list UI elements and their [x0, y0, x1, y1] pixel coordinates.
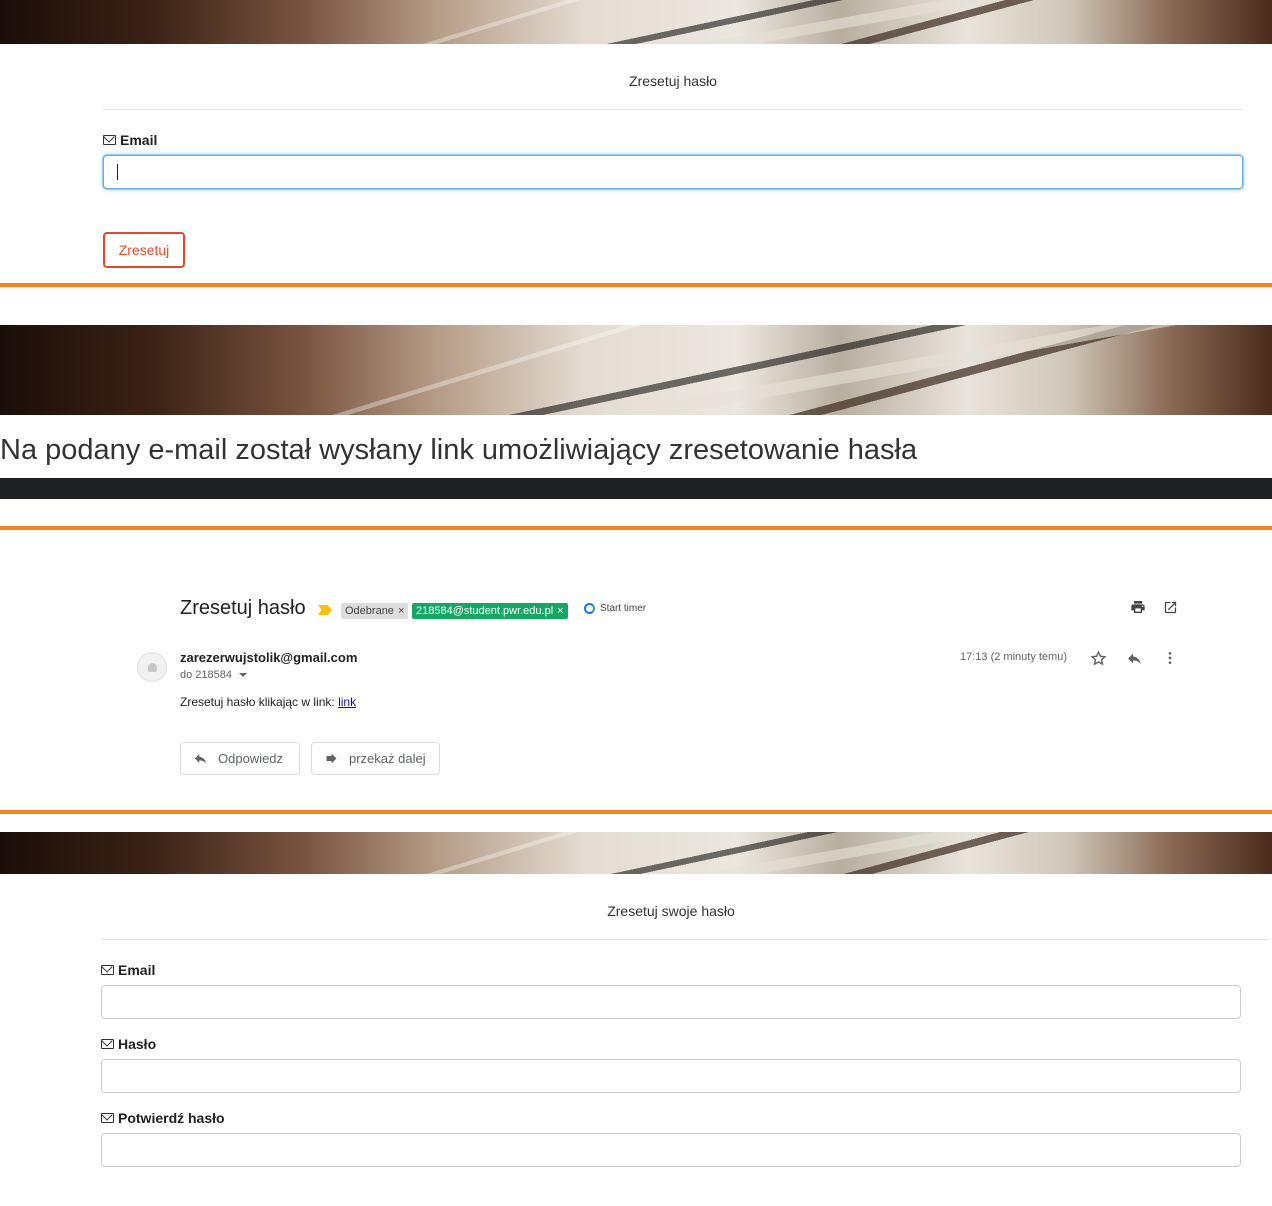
avatar	[137, 652, 167, 682]
forward-icon	[326, 753, 337, 764]
email-input[interactable]	[103, 155, 1243, 189]
remove-label-icon[interactable]: ×	[557, 605, 563, 617]
star-icon[interactable]	[1088, 648, 1108, 668]
confirm-password-label: Potwierdź hasło	[101, 1110, 225, 1126]
email-input[interactable]	[101, 985, 1241, 1019]
email-body: Zresetuj hasło klikając w link: link	[180, 695, 357, 709]
header-banner-image	[0, 0, 1272, 44]
envelope-icon	[101, 965, 114, 975]
reply-icon[interactable]	[1124, 648, 1144, 668]
reply-button[interactable]: Odpowiedz	[180, 742, 300, 775]
text-cursor	[117, 164, 118, 180]
sender-address[interactable]: zarezerwujstolik@gmail.com	[180, 650, 357, 665]
print-icon[interactable]	[1129, 598, 1147, 616]
label-tag-inbox[interactable]: Odebrane ×	[341, 603, 409, 619]
chevron-down-icon[interactable]	[238, 673, 247, 677]
password-label: Hasło	[101, 1036, 156, 1052]
envelope-icon	[101, 1113, 114, 1123]
page-title: Zresetuj swoje hasło	[607, 903, 735, 919]
label-tag-student[interactable]: 218584@student.pwr.edu.pl ×	[412, 603, 568, 619]
email-label: Email	[101, 962, 155, 978]
more-vert-icon[interactable]	[1160, 648, 1180, 668]
password-input[interactable]	[101, 1059, 1241, 1093]
email-label: Email	[103, 132, 157, 148]
section-separator	[0, 283, 1272, 287]
forward-button[interactable]: przekaż dalej	[311, 742, 440, 775]
timer-icon	[584, 603, 595, 614]
remove-label-icon[interactable]: ×	[398, 605, 404, 617]
page-title: Zresetuj hasło	[629, 73, 717, 89]
envelope-icon	[101, 1039, 114, 1049]
dark-footer-bar	[0, 478, 1272, 499]
email-subject: Zresetuj hasło	[180, 597, 306, 619]
section-separator	[0, 810, 1272, 814]
recipient-line[interactable]: do 218584	[180, 669, 247, 681]
importance-marker-icon[interactable]	[318, 605, 332, 615]
reset-button[interactable]: Zresetuj	[103, 232, 185, 268]
start-timer-button[interactable]: Start timer	[584, 603, 646, 614]
reply-icon	[194, 754, 207, 764]
reset-link[interactable]: link	[338, 695, 356, 709]
email-timestamp: 17:13 (2 minuty temu)	[960, 651, 1067, 663]
section-separator	[0, 526, 1272, 530]
header-banner-image	[0, 832, 1272, 874]
confirmation-message: Na podany e-mail został wysłany link umo…	[0, 434, 918, 466]
confirm-password-input[interactable]	[101, 1133, 1241, 1167]
open-in-new-window-icon[interactable]	[1161, 598, 1179, 616]
envelope-icon	[103, 135, 116, 145]
header-banner-image	[0, 325, 1272, 415]
divider	[103, 109, 1243, 110]
divider	[101, 939, 1269, 940]
